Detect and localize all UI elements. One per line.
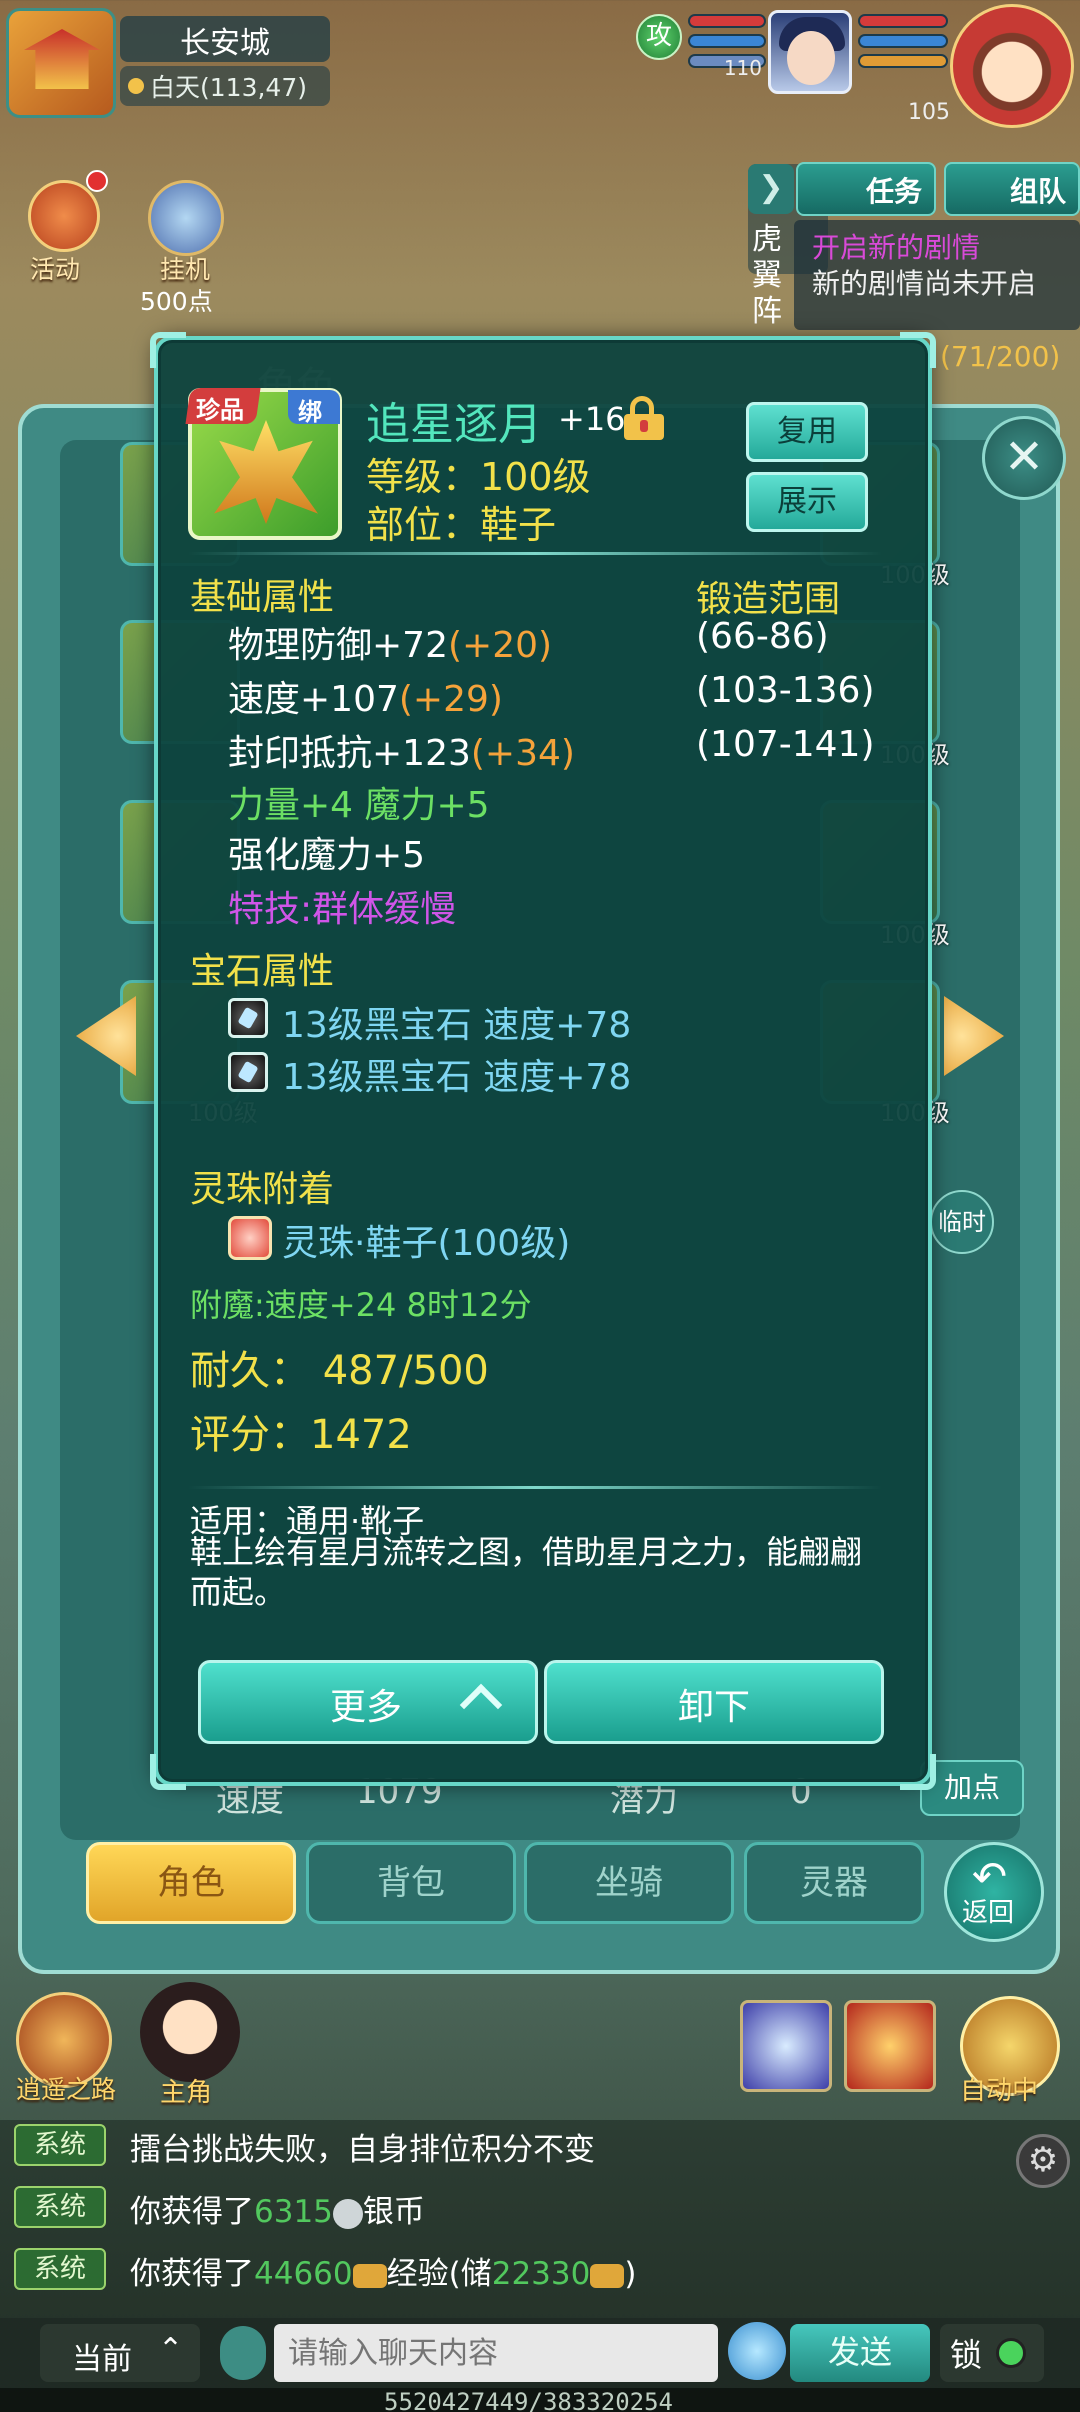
back-label: 返回 bbox=[962, 1898, 1015, 1928]
reuse-button[interactable]: 复用 bbox=[746, 402, 868, 462]
hero-mp-bar bbox=[858, 34, 948, 48]
pet-hp-bar bbox=[688, 14, 766, 28]
spirit-pearl-title: 灵珠附着 bbox=[190, 1169, 335, 1210]
item-enhance-level: +16 bbox=[558, 400, 626, 438]
item-score: 评分：1472 bbox=[190, 1412, 412, 1458]
xiaoyao-road-label: 逍遥之路 bbox=[16, 2075, 117, 2104]
lock-label: 锁 bbox=[950, 2336, 983, 2374]
idle-label: 挂机 bbox=[160, 255, 211, 284]
notification-dot bbox=[86, 170, 108, 192]
chat-message: 你获得了44660 经验(储22330) bbox=[130, 2256, 637, 2292]
lock-status-dot bbox=[996, 2338, 1026, 2368]
black-gem-icon bbox=[228, 998, 268, 1038]
tab-quest-label: 任务 bbox=[866, 175, 923, 208]
tab-spirit-item[interactable]: 灵器 bbox=[744, 1842, 924, 1924]
formation-label: 虎翼阵 bbox=[752, 222, 782, 329]
unlock-icon[interactable] bbox=[624, 396, 664, 440]
forge-range: (103-136) bbox=[696, 670, 875, 711]
temporary-button[interactable]: 临时 bbox=[930, 1190, 994, 1254]
pet-avatar[interactable] bbox=[768, 10, 852, 94]
main-character-icon[interactable] bbox=[140, 1982, 240, 2082]
auto-battle-label: 自动中 bbox=[960, 2076, 1039, 2106]
silver-coin-icon bbox=[332, 2198, 363, 2229]
forge-range: (66-86) bbox=[696, 616, 829, 657]
durability: 耐久： 487/500 bbox=[190, 1348, 489, 1394]
gem-attributes-title: 宝石属性 bbox=[190, 951, 335, 992]
gem-line: 13级黑宝石 速度+78 bbox=[282, 1057, 632, 1098]
system-tag: 系统 bbox=[14, 2124, 106, 2166]
settings-gear-icon[interactable]: ⚙ bbox=[1016, 2134, 1070, 2188]
spirit-pearl-line: 灵珠·鞋子(100级) bbox=[282, 1223, 571, 1264]
emoji-icon[interactable] bbox=[728, 2322, 786, 2380]
bind-badge-label: 绑 bbox=[298, 398, 322, 426]
attack-stance-icon[interactable]: 攻 bbox=[636, 14, 682, 60]
quest-description: 新的剧情尚未开启 bbox=[812, 267, 1037, 300]
hero-level: 105 bbox=[908, 100, 950, 125]
item-level: 等级：100级 bbox=[366, 455, 591, 499]
send-button[interactable]: 发送 bbox=[790, 2324, 930, 2382]
gem-line: 13级黑宝石 速度+78 bbox=[282, 1005, 632, 1046]
item-name: 追星逐月 bbox=[366, 399, 542, 450]
city-name: 长安城 bbox=[180, 26, 270, 61]
divider bbox=[188, 1486, 882, 1489]
pet-level: 110 bbox=[723, 56, 762, 80]
fire-skill-icon[interactable] bbox=[844, 2000, 936, 2092]
hero-anger-bar bbox=[858, 54, 948, 68]
channel-label: 当前 bbox=[72, 2342, 132, 2377]
attribute-line: 封印抵抗+123(+34) bbox=[228, 733, 575, 774]
chevron-up-icon: ⌃ bbox=[158, 2332, 184, 2367]
idle-points: 500点 bbox=[140, 287, 213, 316]
tooltip-corner bbox=[900, 332, 936, 368]
close-button[interactable]: ✕ bbox=[982, 416, 1066, 500]
chat-input[interactable] bbox=[274, 2324, 718, 2382]
hero-avatar[interactable] bbox=[950, 4, 1074, 128]
tooltip-corner bbox=[150, 1754, 186, 1790]
tab-backpack[interactable]: 背包 bbox=[306, 1842, 516, 1924]
divider bbox=[188, 552, 882, 555]
special-skill: 特技:群体缓慢 bbox=[228, 889, 457, 930]
enchant-line: 附魔:速度+24 8时12分 bbox=[190, 1286, 532, 1324]
system-tag: 系统 bbox=[14, 2186, 106, 2228]
forge-range: (107-141) bbox=[696, 724, 875, 765]
tooltip-corner bbox=[900, 1754, 936, 1790]
lightning-skill-icon[interactable] bbox=[740, 2000, 832, 2092]
tab-team-label: 组队 bbox=[1010, 175, 1067, 208]
extra-attribute: 力量+4 魔力+5 bbox=[228, 785, 490, 826]
idle-icon[interactable] bbox=[148, 180, 224, 256]
chat-message: 你获得了6315 银币 bbox=[130, 2194, 425, 2230]
system-tag: 系统 bbox=[14, 2248, 106, 2290]
tab-mount[interactable]: 坐骑 bbox=[524, 1842, 734, 1924]
item-slot: 部位：鞋子 bbox=[366, 503, 557, 547]
collapse-arrow-icon[interactable]: ❯ bbox=[748, 164, 794, 214]
server-id: 5520427449/383320254 bbox=[384, 2388, 673, 2412]
attribute-line: 速度+107(+29) bbox=[228, 679, 503, 720]
exp-icon bbox=[352, 2263, 387, 2288]
quest-progress: (71/200) bbox=[940, 340, 1061, 373]
unequip-button-label: 卸下 bbox=[677, 1687, 750, 1728]
hero-hp-bar bbox=[858, 14, 948, 28]
quality-badge-label: 珍品 bbox=[196, 396, 244, 424]
spirit-pearl-icon bbox=[228, 1216, 272, 1260]
exp-icon bbox=[590, 2263, 625, 2288]
base-attributes-title: 基础属性 bbox=[190, 577, 335, 618]
black-gem-icon bbox=[228, 1052, 268, 1092]
pet-mp-bar bbox=[688, 34, 766, 48]
main-character-label: 主角 bbox=[160, 2078, 213, 2108]
more-button-label: 更多 bbox=[330, 1687, 403, 1728]
activity-icon[interactable] bbox=[28, 180, 100, 252]
quest-title: 开启新的剧情 bbox=[812, 231, 981, 264]
city-coordinates: 白天(113,47) bbox=[150, 73, 307, 102]
forge-range-title: 锻造范围 bbox=[696, 579, 841, 620]
microphone-icon[interactable] bbox=[220, 2326, 266, 2380]
time-dot-icon bbox=[128, 78, 144, 94]
strengthen-attribute: 强化魔力+5 bbox=[228, 835, 426, 876]
activity-label: 活动 bbox=[30, 255, 81, 284]
tab-character[interactable]: 角色 bbox=[86, 1842, 296, 1924]
tooltip-corner bbox=[150, 332, 186, 368]
item-description: 鞋上绘有星月流转之图，借助星月之力，能翩翩而起。 bbox=[190, 1533, 863, 1611]
city-emblem[interactable] bbox=[6, 8, 116, 118]
show-button[interactable]: 展示 bbox=[746, 472, 868, 532]
attribute-line: 物理防御+72(+20) bbox=[228, 625, 553, 666]
chat-message: 擂台挑战失败，自身排位积分不变 bbox=[130, 2132, 595, 2168]
